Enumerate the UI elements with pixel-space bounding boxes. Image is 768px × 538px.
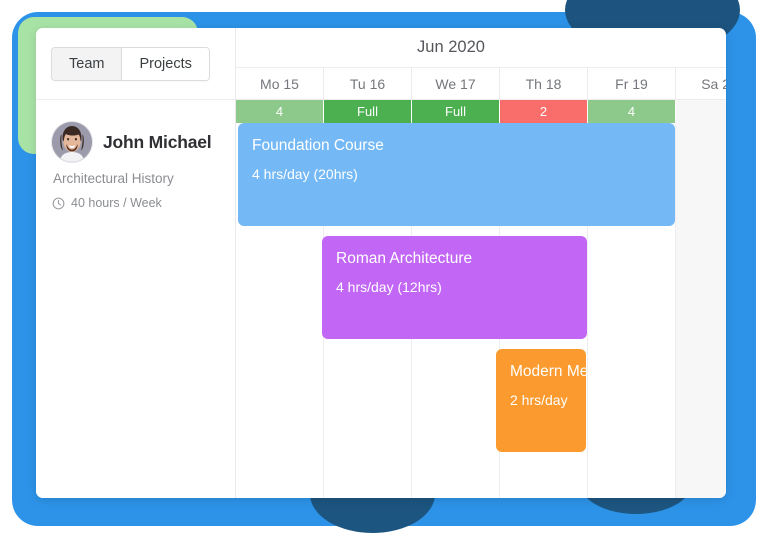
task-subtitle: 4 hrs/day (12hrs) (336, 279, 442, 295)
tab-projects[interactable]: Projects (122, 47, 209, 80)
task-bar[interactable]: Modern Methods 2 hrs/day (496, 349, 586, 452)
person-card[interactable]: John Michael Architectural History 40 ho… (36, 100, 235, 210)
task-title: Roman Architecture (336, 250, 473, 267)
capacity-badge[interactable]: 4 (588, 100, 676, 123)
capacity-badge[interactable]: Full (324, 100, 412, 123)
clock-icon (52, 197, 65, 210)
calendar-day-header[interactable]: Tu 16 (324, 68, 412, 99)
person-hours: 40 hours / Week (52, 196, 235, 210)
task-title: Modern Methods (510, 363, 586, 380)
calendar-body: Foundation Course 4 hrs/day (20hrs) Roman … (236, 123, 726, 498)
task-bar[interactable]: Roman Architecture 4 hrs/day (12hrs) (322, 236, 587, 339)
calendar-day-header-row: Mo 15Tu 16We 17Th 18Fr 19Sa 20 (236, 67, 726, 100)
task-title: Foundation Course (252, 137, 384, 154)
screenshot-root: Team Projects John Michael Architectural… (0, 0, 768, 538)
calendar-capacity-row: 4 Full Full 2 4 (236, 100, 726, 123)
calendar-day-header[interactable]: Fr 19 (588, 68, 676, 99)
person-header: John Michael (52, 122, 235, 162)
calendar-day-header[interactable]: Mo 15 (236, 68, 324, 99)
calendar-day-header[interactable]: We 17 (412, 68, 500, 99)
person-name: John Michael (103, 131, 212, 152)
tabs-row: Team Projects (36, 28, 235, 100)
capacity-badge[interactable]: 4 (236, 100, 324, 123)
left-panel: Team Projects John Michael Architectural… (36, 28, 236, 498)
capacity-badge[interactable]: Full (412, 100, 500, 123)
calendar-day-header[interactable]: Th 18 (500, 68, 588, 99)
task-subtitle: 2 hrs/day (510, 392, 568, 408)
calendar-month-label: Jun 2020 (417, 38, 485, 56)
capacity-empty (676, 100, 726, 123)
person-role: Architectural History (53, 171, 174, 186)
avatar (52, 122, 92, 162)
calendar-panel: Jun 2020 Mo 15Tu 16We 17Th 18Fr 19Sa 20 … (236, 28, 726, 498)
calendar-grid-column (676, 123, 726, 498)
calendar-day-header[interactable]: Sa 20 (676, 68, 726, 99)
segmented-control[interactable]: Team Projects (51, 46, 210, 81)
capacity-badge[interactable]: 2 (500, 100, 588, 123)
task-bar[interactable]: Foundation Course 4 hrs/day (20hrs) (238, 123, 675, 226)
tab-team[interactable]: Team (52, 47, 123, 80)
person-hours-label: 40 hours / Week (71, 196, 162, 210)
scheduler-card: Team Projects John Michael Architectural… (36, 28, 726, 498)
task-subtitle: 4 hrs/day (20hrs) (252, 166, 358, 182)
